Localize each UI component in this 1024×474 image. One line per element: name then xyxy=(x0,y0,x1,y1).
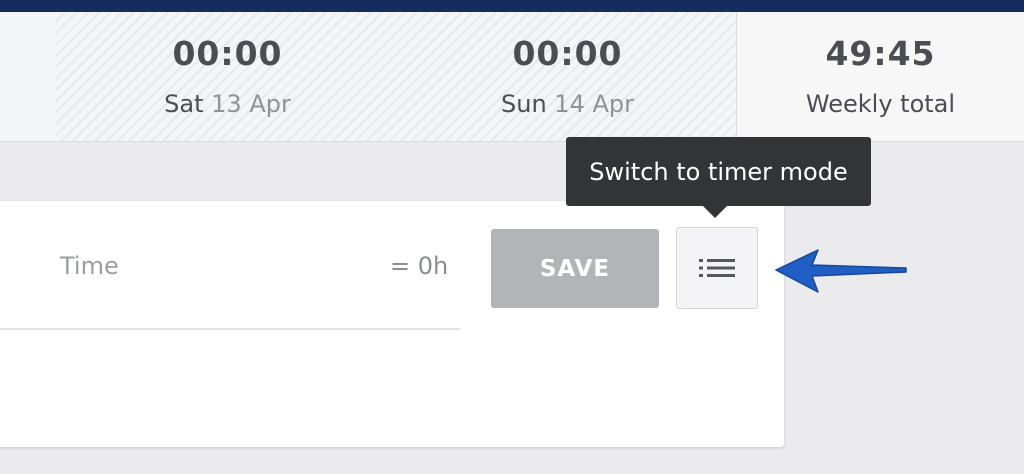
day-column-sun[interactable]: 00:00 Sun 14 Apr xyxy=(460,12,675,141)
day-date: 13 Apr xyxy=(211,90,291,118)
day-column-sat[interactable]: 00:00 Sat 13 Apr xyxy=(120,12,335,141)
day-date: 14 Apr xyxy=(554,90,634,118)
day-of-week: Sat xyxy=(164,90,204,118)
weekly-total-column: 49:45 Weekly total xyxy=(737,12,1024,141)
time-input-underline xyxy=(0,328,460,330)
time-entry-card xyxy=(0,201,784,447)
day-label: Sun 14 Apr xyxy=(460,90,675,118)
list-icon xyxy=(699,259,735,277)
day-total-time: 00:00 xyxy=(172,34,283,73)
day-total-time: 00:00 xyxy=(512,34,623,73)
time-input[interactable]: Time xyxy=(60,252,119,280)
duration-result: = 0h xyxy=(390,252,449,280)
weekly-total-time: 49:45 xyxy=(825,34,936,73)
tooltip-pointer xyxy=(703,206,727,218)
save-button[interactable]: SAVE xyxy=(491,229,659,308)
tooltip: Switch to timer mode xyxy=(566,137,871,206)
weekly-total-label: Weekly total xyxy=(805,90,956,118)
day-of-week: Sun xyxy=(501,90,547,118)
day-label: Sat 13 Apr xyxy=(120,90,335,118)
top-navbar xyxy=(0,0,1024,12)
switch-mode-button[interactable] xyxy=(676,227,758,309)
week-summary-strip: 00:00 Sat 13 Apr 00:00 Sun 14 Apr 49:45 … xyxy=(0,12,1024,142)
arrow-left-icon xyxy=(775,249,907,293)
